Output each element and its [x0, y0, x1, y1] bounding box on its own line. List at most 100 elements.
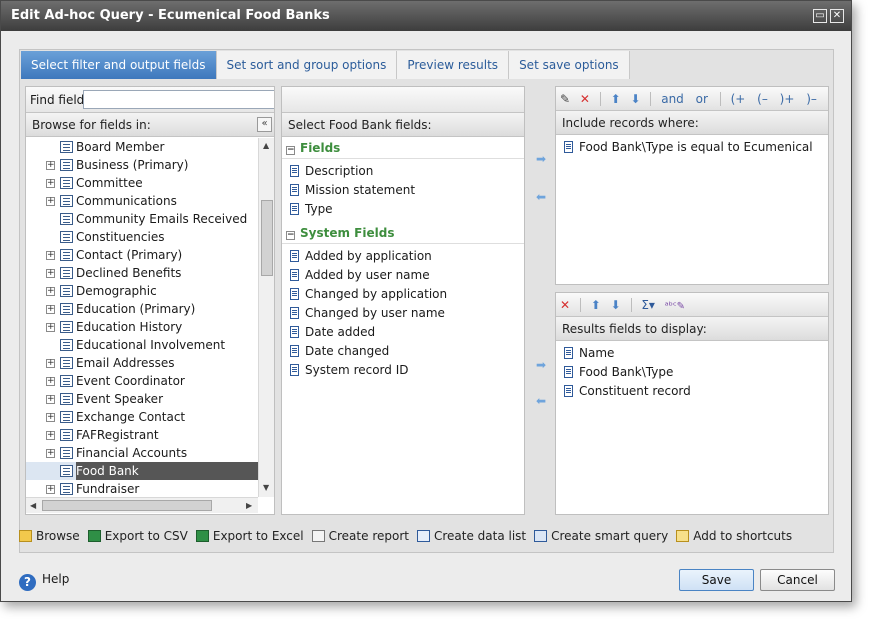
- field-item-system-record-id[interactable]: System record ID: [282, 361, 524, 380]
- action-label: Create report: [328, 529, 409, 543]
- and-operator-button[interactable]: and: [661, 87, 684, 111]
- tree-item-community-emails-received[interactable]: Community Emails Received: [26, 210, 258, 228]
- node-table-icon: [60, 447, 73, 459]
- add-filter-arrow-icon[interactable]: ➡: [536, 152, 546, 166]
- move-up-icon[interactable]: ⬆: [591, 293, 601, 317]
- save-button[interactable]: Save: [679, 569, 754, 591]
- field-item-type[interactable]: Type: [282, 200, 524, 219]
- tree-item-board-member[interactable]: Board Member: [26, 138, 258, 156]
- tree-item-exchange-contact[interactable]: + Exchange Contact: [26, 408, 258, 426]
- tree-item-food-bank[interactable]: Food Bank: [26, 462, 258, 480]
- move-down-icon[interactable]: ⬇: [631, 87, 641, 111]
- tree-item-business-primary[interactable]: + Business (Primary): [26, 156, 258, 174]
- create-data-list-button[interactable]: Create data list: [416, 523, 526, 549]
- remove-close-paren-button[interactable]: )–: [806, 87, 817, 111]
- tree-item-email-addresses[interactable]: + Email Addresses: [26, 354, 258, 372]
- vertical-scroll-thumb[interactable]: [261, 200, 273, 276]
- expand-icon[interactable]: +: [46, 359, 55, 368]
- delete-output-icon[interactable]: ✕: [560, 293, 570, 317]
- cancel-button[interactable]: Cancel: [760, 569, 835, 591]
- tree-item-contact-primary[interactable]: + Contact (Primary): [26, 246, 258, 264]
- output-field-name[interactable]: Name: [556, 344, 828, 363]
- tab-save-options[interactable]: Set save options: [509, 51, 630, 79]
- move-up-icon[interactable]: ⬆: [611, 87, 621, 111]
- remove-output-arrow-icon[interactable]: ⬅: [536, 394, 546, 408]
- summary-sigma-icon[interactable]: Σ▾: [641, 293, 655, 317]
- expand-icon[interactable]: +: [46, 413, 55, 422]
- field-item-description[interactable]: Description: [282, 162, 524, 181]
- expand-icon[interactable]: +: [46, 485, 55, 494]
- tree-item-committee[interactable]: + Committee: [26, 174, 258, 192]
- add-output-arrow-icon[interactable]: ➡: [536, 358, 546, 372]
- field-group-fields[interactable]: − Fields: [282, 137, 524, 159]
- create-report-button[interactable]: Create report: [311, 523, 409, 549]
- expand-icon[interactable]: +: [46, 269, 55, 278]
- expand-icon[interactable]: +: [46, 251, 55, 260]
- create-smart-query-button[interactable]: Create smart query: [534, 523, 668, 549]
- scroll-left-icon[interactable]: ◀: [30, 501, 36, 510]
- move-down-icon[interactable]: ⬇: [611, 293, 621, 317]
- rename-abc-icon[interactable]: ᵃᵇᶜ✎: [665, 295, 685, 319]
- remove-open-paren-button[interactable]: (–: [757, 87, 768, 111]
- field-item-changed-by-application[interactable]: Changed by application: [282, 285, 524, 304]
- expand-icon[interactable]: +: [46, 197, 55, 206]
- horizontal-scroll-thumb[interactable]: [42, 500, 212, 511]
- expand-icon[interactable]: +: [46, 395, 55, 404]
- tree-item-declined-benefits[interactable]: + Declined Benefits: [26, 264, 258, 282]
- field-group-system-fields[interactable]: − System Fields: [282, 222, 524, 244]
- field-item-date-added[interactable]: Date added: [282, 323, 524, 342]
- tree-item-event-coordinator[interactable]: + Event Coordinator: [26, 372, 258, 390]
- maximize-window-button[interactable]: ▭: [813, 9, 827, 23]
- collapse-panel-icon[interactable]: «: [257, 117, 272, 132]
- scroll-up-icon[interactable]: ▲: [263, 141, 269, 150]
- field-item-date-changed[interactable]: Date changed: [282, 342, 524, 361]
- tree-item-event-speaker[interactable]: + Event Speaker: [26, 390, 258, 408]
- scroll-right-icon[interactable]: ▶: [246, 501, 252, 510]
- field-item-added-by-user-name[interactable]: Added by user name: [282, 266, 524, 285]
- collapse-icon[interactable]: −: [286, 231, 295, 240]
- filter-item[interactable]: Food Bank\Type is equal to Ecumenical: [556, 138, 828, 157]
- field-item-changed-by-user-name[interactable]: Changed by user name: [282, 304, 524, 323]
- help-link[interactable]: ? Help: [19, 569, 69, 591]
- tree-item-education-history[interactable]: + Education History: [26, 318, 258, 336]
- field-item-added-by-application[interactable]: Added by application: [282, 247, 524, 266]
- expand-icon[interactable]: +: [46, 287, 55, 296]
- tree-item-financial-accounts[interactable]: + Financial Accounts: [26, 444, 258, 462]
- add-open-paren-button[interactable]: (+: [731, 87, 746, 111]
- export-to-csv-button[interactable]: Export to CSV: [87, 523, 188, 549]
- expand-icon[interactable]: +: [46, 449, 55, 458]
- add-to-shortcuts-button[interactable]: Add to shortcuts: [676, 523, 792, 549]
- tree-vertical-scrollbar[interactable]: ▲ ▼: [258, 138, 274, 497]
- close-window-button[interactable]: ✕: [830, 9, 844, 23]
- expand-icon[interactable]: +: [46, 305, 55, 314]
- tree-item-communications[interactable]: + Communications: [26, 192, 258, 210]
- expand-icon[interactable]: +: [46, 377, 55, 386]
- add-close-paren-button[interactable]: )+: [780, 87, 795, 111]
- tree-item-fafregistrant[interactable]: + FAFRegistrant: [26, 426, 258, 444]
- delete-filter-icon[interactable]: ✕: [580, 87, 590, 111]
- tree-item-education-primary[interactable]: + Education (Primary): [26, 300, 258, 318]
- or-operator-button[interactable]: or: [696, 87, 708, 111]
- expand-icon[interactable]: +: [46, 161, 55, 170]
- tree-horizontal-scrollbar[interactable]: ◀ ▶: [26, 497, 258, 513]
- tab-sort-group[interactable]: Set sort and group options: [216, 51, 398, 79]
- expand-icon[interactable]: +: [46, 323, 55, 332]
- edit-filter-icon[interactable]: ✎: [560, 87, 570, 111]
- scroll-down-icon[interactable]: ▼: [263, 483, 269, 492]
- remove-filter-arrow-icon[interactable]: ⬅: [536, 190, 546, 204]
- find-field-input[interactable]: [83, 90, 274, 109]
- tree-item-fundraiser[interactable]: + Fundraiser: [26, 480, 258, 497]
- collapse-icon[interactable]: −: [286, 146, 295, 155]
- export-to-excel-button[interactable]: Export to Excel: [195, 523, 304, 549]
- tree-item-educational-involvement[interactable]: Educational Involvement: [26, 336, 258, 354]
- tab-select-filter-output[interactable]: Select filter and output fields: [21, 51, 217, 79]
- tab-preview-results[interactable]: Preview results: [397, 51, 510, 79]
- field-item-mission-statement[interactable]: Mission statement: [282, 181, 524, 200]
- tree-item-demographic[interactable]: + Demographic: [26, 282, 258, 300]
- output-field-food-bank-type[interactable]: Food Bank\Type: [556, 363, 828, 382]
- expand-icon[interactable]: +: [46, 431, 55, 440]
- browse-button[interactable]: Browse: [19, 523, 80, 549]
- output-field-constituent-record[interactable]: Constituent record: [556, 382, 828, 401]
- expand-icon[interactable]: +: [46, 179, 55, 188]
- tree-item-constituencies[interactable]: Constituencies: [26, 228, 258, 246]
